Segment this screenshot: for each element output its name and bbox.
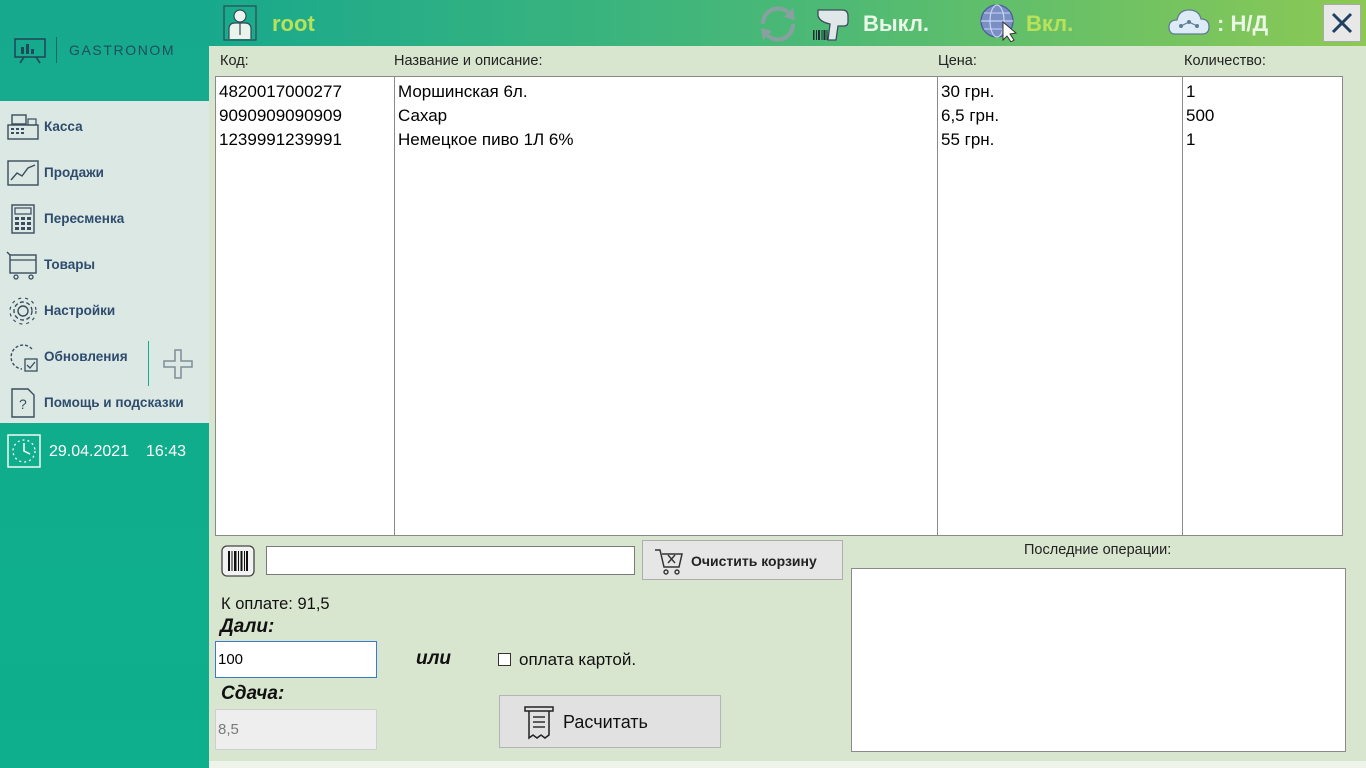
card-payment-checkbox[interactable]: [498, 653, 511, 666]
column-header-price: Цена:: [938, 53, 977, 69]
table-cell-code[interactable]: 1239991239991: [219, 130, 342, 150]
table-cell-qty[interactable]: 1: [1186, 130, 1195, 150]
cloud-status: : Н/Д: [1217, 11, 1269, 36]
table-cell-name[interactable]: Сахар: [398, 106, 447, 126]
column-name[interactable]: Моршинская 6л. Сахар Немецкое пиво 1Л 6%: [395, 77, 938, 535]
bottom-strip: [209, 761, 1366, 768]
calculator-icon: [11, 204, 35, 234]
sidebar-item-label: Касса: [44, 119, 83, 134]
calculate-label: Расчитать: [563, 712, 648, 732]
top-bar: root Выкл. Вкл. : Н/Д: [209, 0, 1366, 46]
logo-text: GASTRONOM: [69, 42, 176, 58]
network-status: Вкл.: [1026, 11, 1074, 36]
sidebar-item-label: Товары: [44, 257, 96, 272]
column-header-qty: Количество:: [1184, 53, 1266, 69]
sidebar-item-cash[interactable]: Касса: [0, 103, 209, 149]
sidebar-item-label: Помощь и подсказки: [44, 395, 184, 410]
clear-cart-button[interactable]: Очистить корзину: [642, 540, 843, 580]
close-icon: [1331, 12, 1353, 34]
logo-board-icon: [14, 38, 46, 64]
table-cell-price[interactable]: 30 грн.: [941, 82, 994, 102]
goods-cart-icon: [6, 251, 37, 280]
card-payment-label[interactable]: оплата картой.: [519, 650, 636, 670]
recent-operations-list[interactable]: [851, 568, 1346, 752]
user-icon[interactable]: [223, 5, 257, 41]
cash-register-icon: [7, 114, 39, 140]
svg-text:?: ?: [19, 396, 27, 412]
sync-icon[interactable]: [755, 4, 801, 44]
sidebar-item-shift[interactable]: Пересменка: [0, 195, 209, 241]
column-qty[interactable]: 1 500 1: [1183, 77, 1342, 535]
table-cell-code[interactable]: 9090909090909: [219, 106, 342, 126]
receipt-icon: [524, 706, 554, 740]
table-cell-qty[interactable]: 1: [1186, 82, 1195, 102]
add-goods-plus-icon[interactable]: [160, 347, 196, 381]
column-price[interactable]: 30 грн. 6,5 грн. 55 грн.: [938, 77, 1183, 535]
help-icon: ?: [11, 388, 35, 418]
current-time: 16:43: [146, 443, 187, 460]
network-globe-icon[interactable]: [977, 2, 1021, 42]
column-header-name: Название и описание:: [394, 53, 543, 69]
sidebar-item-goods[interactable]: Товары: [0, 241, 209, 287]
current-date: 29.04.2021: [49, 443, 130, 460]
barcode-scanner-icon[interactable]: [812, 6, 852, 42]
or-label: или: [416, 648, 452, 669]
clock-row: 29.04.2021 16:43: [0, 424, 209, 476]
clear-cart-label: Очистить корзину: [691, 553, 817, 569]
sidebar: GASTRONOM Касса Продажи Пересменка Товар…: [0, 0, 209, 768]
user-name: root: [272, 11, 315, 36]
scanner-status: Выкл.: [863, 11, 930, 36]
column-code[interactable]: 4820017000277 9090909090909 123999123999…: [216, 77, 395, 535]
barcode-input[interactable]: [266, 546, 635, 575]
table-cell-name[interactable]: Моршинская 6л.: [398, 82, 528, 102]
calculate-button[interactable]: Расчитать: [499, 695, 721, 748]
sidebar-item-label: Пересменка: [44, 211, 125, 226]
given-amount-input[interactable]: [215, 641, 377, 678]
table-cell-price[interactable]: 55 грн.: [941, 130, 994, 150]
logo: GASTRONOM: [0, 0, 209, 100]
table-cell-qty[interactable]: 500: [1186, 106, 1214, 126]
sidebar-item-help[interactable]: ? Помощь и подсказки: [0, 379, 209, 425]
recent-operations-title: Последние операции:: [1024, 542, 1172, 558]
clock-icon: [7, 434, 41, 468]
updates-icon: [10, 344, 38, 372]
sales-chart-icon: [7, 160, 39, 186]
change-label: Сдача:: [221, 683, 285, 704]
column-header-code: Код:: [220, 53, 249, 69]
cart-clear-icon: [655, 549, 683, 575]
logo-divider: [56, 37, 57, 63]
sidebar-item-settings[interactable]: Настройки: [0, 287, 209, 333]
sidebar-menu: Касса Продажи Пересменка Товары Настройк…: [0, 101, 209, 423]
settings-gear-icon: [9, 297, 37, 325]
table-cell-price[interactable]: 6,5 грн.: [941, 106, 999, 126]
amount-to-pay: К оплате: 91,5: [221, 595, 330, 613]
cart-table: 4820017000277 9090909090909 123999123999…: [215, 76, 1343, 536]
given-label: Дали:: [220, 616, 275, 637]
barcode-icon[interactable]: [221, 545, 255, 577]
sidebar-item-sales[interactable]: Продажи: [0, 149, 209, 195]
table-cell-code[interactable]: 4820017000277: [219, 82, 342, 102]
sidebar-item-label: Обновления: [44, 349, 128, 364]
cloud-sync-icon[interactable]: [1167, 4, 1211, 42]
close-button[interactable]: [1323, 4, 1361, 42]
sidebar-item-label: Продажи: [44, 165, 104, 180]
menu-divider: [148, 341, 149, 386]
table-cell-name[interactable]: Немецкое пиво 1Л 6%: [398, 130, 574, 150]
sidebar-item-label: Настройки: [44, 303, 116, 318]
change-amount-field: [215, 709, 377, 750]
